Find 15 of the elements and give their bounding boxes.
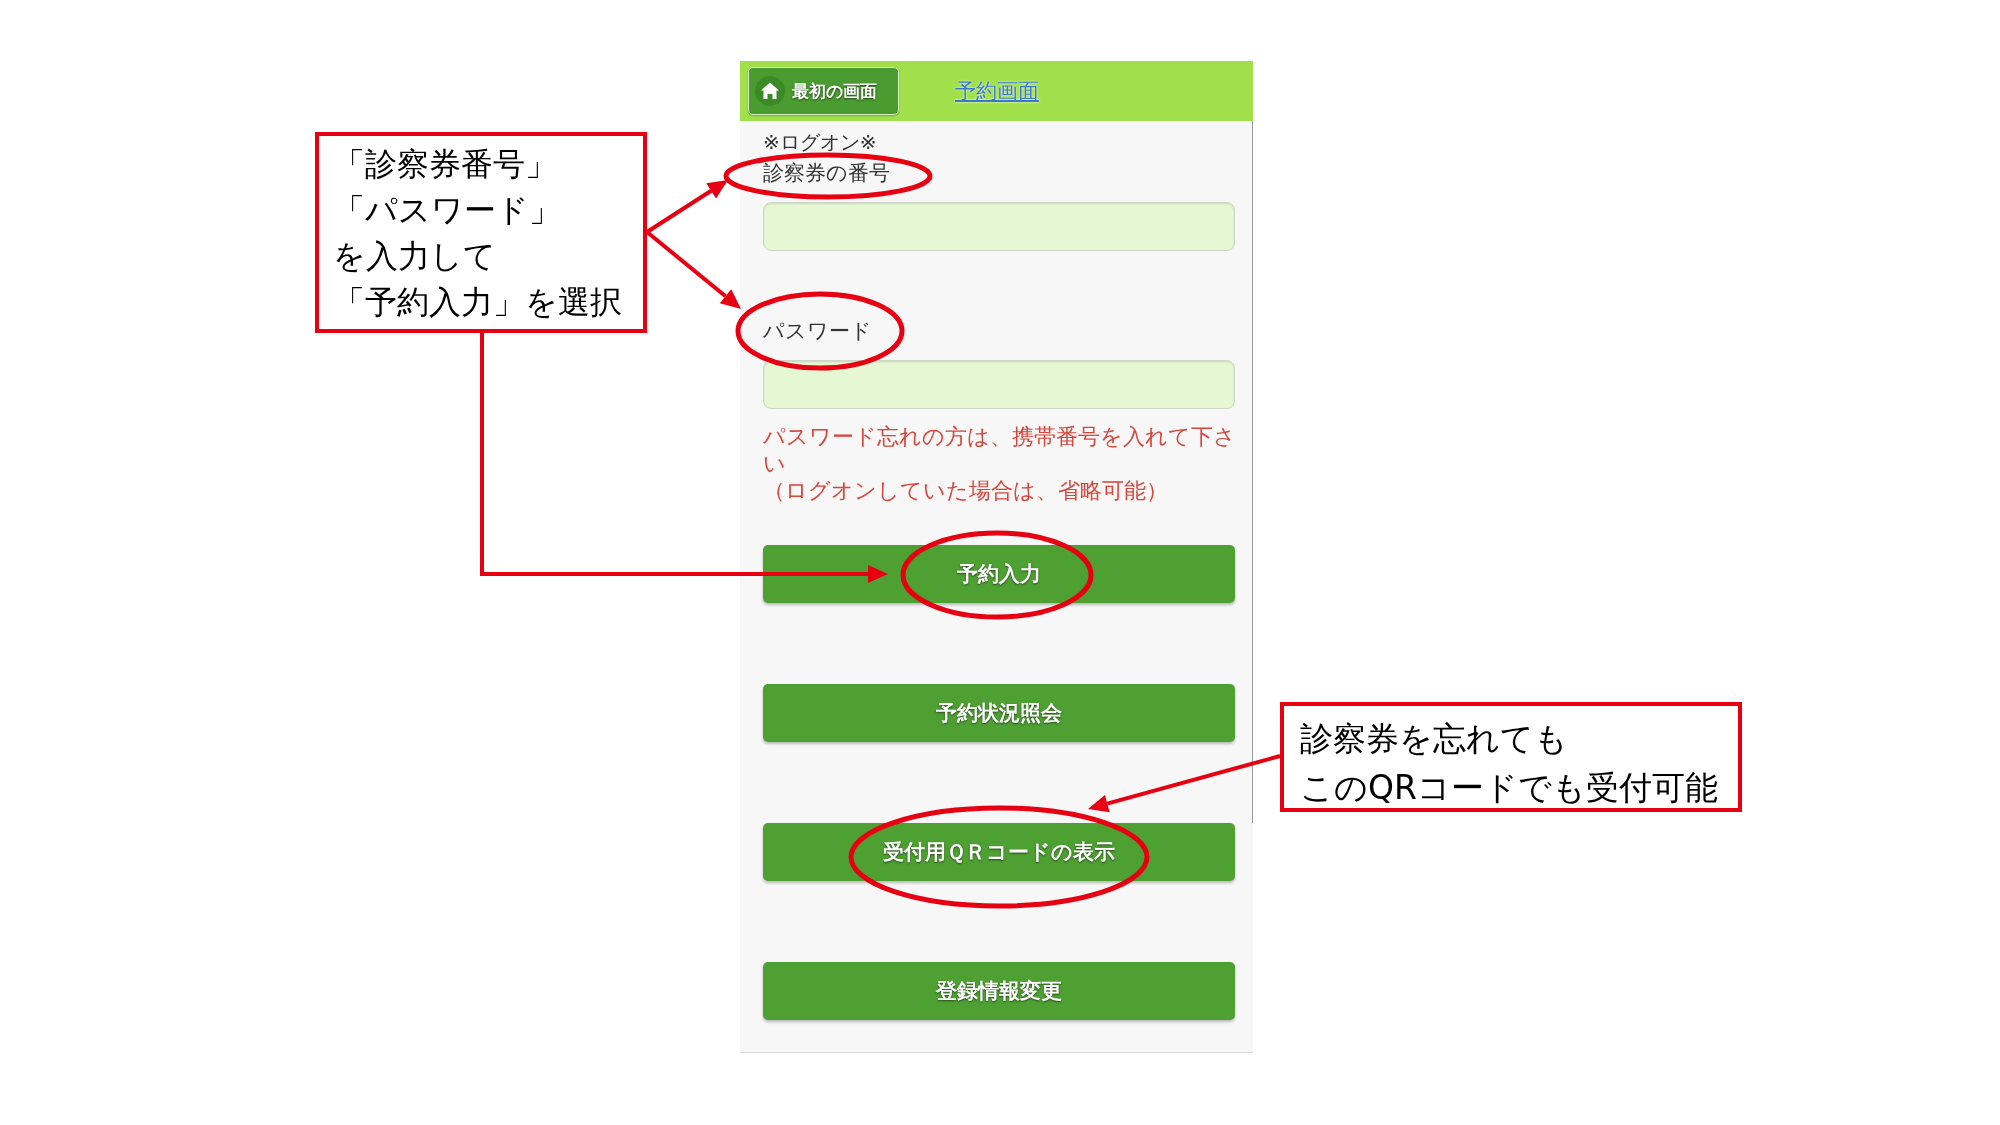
field-label: パスワード — [763, 319, 872, 344]
input-field[interactable] — [763, 202, 1235, 251]
password-hint-text: パスワード忘れの方は、携帯番号を入れて下さい （ログオンしていた場合は、省略可能） — [763, 423, 1237, 504]
callout-text: 「診察券番号」 「パスワード」 を入力して 「予約入力」を選択 — [333, 144, 623, 323]
login-note: ※ログオン※ — [763, 131, 877, 153]
menu-button[interactable]: 予約状況照会 — [763, 684, 1235, 742]
home-icon — [755, 76, 785, 106]
input-field[interactable] — [763, 360, 1235, 409]
home-button[interactable]: 最初の画面 — [748, 67, 899, 115]
callout-text: 診察券を忘れても このQRコードでも受付可能 — [1300, 718, 1719, 809]
field-label: 診察券の番号 — [763, 161, 890, 186]
page-title-link[interactable]: 予約画面 — [955, 77, 1039, 105]
menu-button[interactable]: 予約入力 — [763, 545, 1235, 603]
menu-button[interactable]: 受付用ＱＲコードの表示 — [763, 823, 1235, 881]
menu-button[interactable]: 登録情報変更 — [763, 962, 1235, 1020]
